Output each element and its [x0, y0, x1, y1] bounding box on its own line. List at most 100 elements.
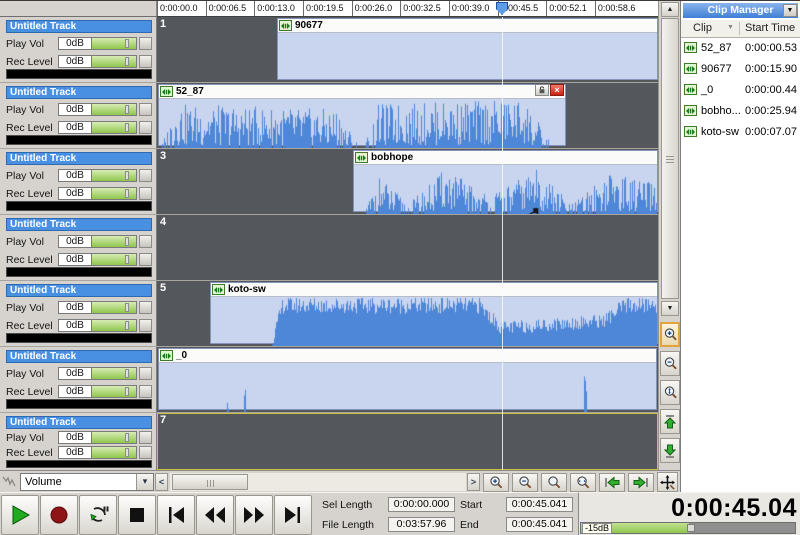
play-vol-slider-track[interactable]	[92, 103, 137, 116]
rec-level-slider-track[interactable]	[92, 319, 137, 332]
track-lane[interactable]: 4	[157, 215, 658, 280]
fit-vertical-button[interactable]	[660, 380, 680, 405]
clip-header[interactable]: 52_87	[159, 85, 565, 99]
zoom-to-selection-button[interactable]	[570, 473, 596, 492]
clip-manager-title[interactable]: Clip Manager ▼	[683, 3, 798, 18]
rec-level-slider[interactable]: 0dB	[58, 253, 152, 266]
fast-forward-button[interactable]	[235, 495, 273, 535]
go-to-start-button[interactable]	[157, 495, 195, 535]
play-vol-slider-track[interactable]	[92, 235, 137, 248]
play-vol-extra-button[interactable]	[139, 367, 152, 380]
clip-header[interactable]: 90677	[278, 19, 657, 33]
rec-level-slider-track[interactable]	[92, 121, 137, 134]
panel-dropdown-button[interactable]: ▼	[783, 4, 797, 17]
track-title[interactable]: Untitled Track	[6, 416, 152, 429]
go-to-next-button[interactable]	[628, 473, 654, 492]
slider-handle[interactable]	[125, 303, 129, 312]
waveform[interactable]	[354, 165, 657, 214]
slider-handle[interactable]	[125, 123, 129, 132]
waveform[interactable]	[159, 363, 656, 412]
rec-level-slider-track[interactable]	[92, 446, 137, 459]
play-vol-slider-track[interactable]	[92, 37, 137, 50]
play-vol-value[interactable]: 0dB	[58, 169, 92, 182]
track-lane[interactable]: 7	[157, 413, 658, 470]
rec-level-slider[interactable]: 0dB	[58, 319, 152, 332]
clip-close-button[interactable]: ×	[550, 84, 564, 96]
zoom-tool-button[interactable]	[541, 473, 567, 492]
scroll-down-button[interactable]: ▼	[661, 301, 679, 316]
rec-level-extra-button[interactable]	[139, 253, 152, 266]
play-vol-value[interactable]: 0dB	[58, 37, 92, 50]
chevron-down-icon[interactable]: ▾	[136, 474, 153, 490]
play-vol-extra-button[interactable]	[139, 431, 152, 444]
clip[interactable]: bobhope	[353, 150, 658, 212]
play-vol-extra-button[interactable]	[139, 169, 152, 182]
play-vol-slider-track[interactable]	[92, 367, 137, 380]
track-title[interactable]: Untitled Track	[6, 284, 152, 297]
rec-level-extra-button[interactable]	[139, 121, 152, 134]
rec-level-value[interactable]: 0dB	[58, 121, 92, 134]
vertical-scrollbar-thumb[interactable]	[661, 18, 679, 299]
rec-level-value[interactable]: 0dB	[58, 385, 92, 398]
nudge-down-button[interactable]	[660, 438, 680, 463]
play-vol-slider[interactable]: 0dB	[58, 37, 152, 50]
horizontal-scrollbar[interactable]	[170, 473, 466, 491]
slider-handle[interactable]	[125, 105, 129, 114]
play-vol-value[interactable]: 0dB	[58, 301, 92, 314]
slider-handle[interactable]	[125, 171, 129, 180]
rec-level-slider[interactable]: 0dB	[58, 121, 152, 134]
loop-playback-button[interactable]	[79, 495, 117, 535]
rec-level-extra-button[interactable]	[139, 319, 152, 332]
zoom-in-button[interactable]	[483, 473, 509, 492]
pan-tool-button[interactable]	[657, 472, 678, 492]
scroll-up-button[interactable]: ▲	[661, 2, 679, 17]
clip[interactable]: 52_87 ×	[158, 84, 566, 146]
clip-header[interactable]: koto-sw	[211, 283, 657, 297]
slider-handle[interactable]	[125, 369, 129, 378]
slider-handle[interactable]	[125, 387, 129, 396]
play-vol-slider[interactable]: 0dB	[58, 301, 152, 314]
clip-list-item[interactable]: koto-sw0:00:07.07	[681, 122, 800, 143]
rec-level-extra-button[interactable]	[139, 187, 152, 200]
clip-header[interactable]: bobhope	[354, 151, 657, 165]
clip-list-item[interactable]: 906770:00:15.90	[681, 59, 800, 80]
play-vol-slider[interactable]: 0dB	[58, 169, 152, 182]
rewind-button[interactable]	[196, 495, 234, 535]
clip-header[interactable]: _0	[159, 349, 656, 363]
rec-level-slider-track[interactable]	[92, 253, 137, 266]
rec-level-value[interactable]: 0dB	[58, 55, 92, 68]
play-vol-slider[interactable]: 0dB	[58, 367, 152, 380]
play-vol-value[interactable]: 0dB	[58, 431, 92, 444]
play-vol-value[interactable]: 0dB	[58, 235, 92, 248]
go-to-end-button[interactable]	[274, 495, 312, 535]
record-button[interactable]	[40, 495, 78, 535]
rec-level-slider-track[interactable]	[92, 55, 137, 68]
nudge-up-button[interactable]	[660, 409, 680, 434]
rec-level-value[interactable]: 0dB	[58, 253, 92, 266]
clip[interactable]: koto-sw	[210, 282, 658, 344]
play-vol-slider[interactable]: 0dB	[58, 103, 152, 116]
track-title[interactable]: Untitled Track	[6, 86, 152, 99]
rec-level-slider[interactable]: 0dB	[58, 55, 152, 68]
slider-handle[interactable]	[125, 255, 129, 264]
rec-level-slider[interactable]: 0dB	[58, 187, 152, 200]
rec-level-value[interactable]: 0dB	[58, 187, 92, 200]
timeline-ruler[interactable]: 0:00:00.00:00:06.50:00:13.00:00:19.50:00…	[157, 1, 658, 17]
rec-level-slider-track[interactable]	[92, 187, 137, 200]
zoom-in-vertical-button[interactable]	[660, 322, 680, 347]
slider-handle[interactable]	[125, 189, 129, 198]
track-title[interactable]: Untitled Track	[6, 218, 152, 231]
track-lane[interactable]: 1 90677	[157, 17, 658, 82]
rec-level-slider[interactable]: 0dB	[58, 446, 152, 459]
rec-level-slider[interactable]: 0dB	[58, 385, 152, 398]
slider-handle[interactable]	[125, 57, 129, 66]
scroll-left-button[interactable]: <	[155, 473, 168, 491]
rec-level-slider-track[interactable]	[92, 385, 137, 398]
go-to-previous-button[interactable]	[599, 473, 625, 492]
track-lane[interactable]: 2 52_87 ×	[157, 83, 658, 148]
play-vol-extra-button[interactable]	[139, 301, 152, 314]
slider-handle[interactable]	[125, 448, 129, 457]
play-vol-value[interactable]: 0dB	[58, 367, 92, 380]
play-vol-extra-button[interactable]	[139, 235, 152, 248]
track-lane[interactable]: 3 bobhope	[157, 149, 658, 214]
